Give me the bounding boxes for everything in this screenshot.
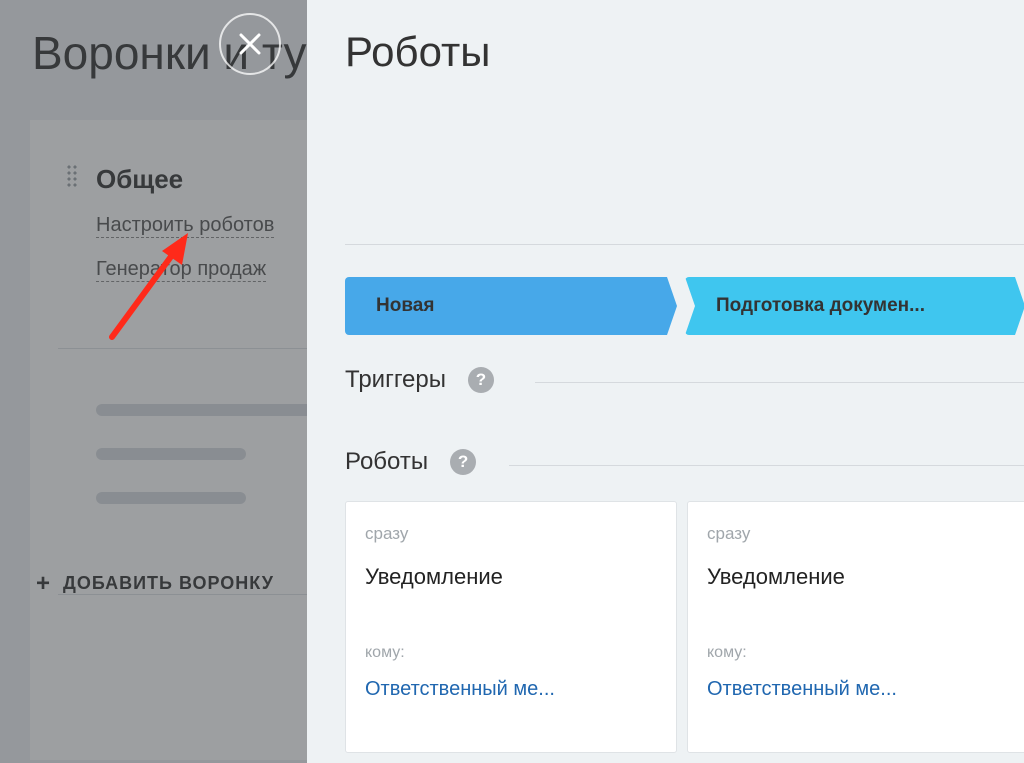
- robot-card[interactable]: сразу Уведомление кому: Ответственный ме…: [687, 501, 1024, 753]
- close-icon: [239, 33, 261, 55]
- divider: [345, 244, 1024, 245]
- robot-name: Уведомление: [365, 564, 503, 589]
- divider: [535, 382, 1024, 383]
- stage-document-preparation[interactable]: Подготовка докумен...: [685, 277, 1024, 335]
- robot-recipient-link[interactable]: Ответственный ме...: [365, 678, 555, 701]
- robots-panel: Роботы Новая Подготовка докумен... Тригг…: [307, 0, 1024, 763]
- panel-title: Роботы: [345, 28, 491, 75]
- close-button[interactable]: [219, 13, 281, 75]
- robot-recipient-link[interactable]: Ответственный ме...: [707, 678, 897, 701]
- robots-header: Роботы ?: [345, 448, 477, 476]
- robot-recipient-label: кому:: [707, 644, 747, 661]
- robot-delay: сразу: [707, 524, 751, 543]
- robot-name: Уведомление: [707, 564, 845, 589]
- robot-card[interactable]: сразу Уведомление кому: Ответственный ме…: [345, 501, 677, 753]
- robot-recipient-label: кому:: [365, 644, 405, 661]
- triggers-label: Триггеры: [345, 366, 446, 393]
- robot-delay: сразу: [365, 524, 409, 543]
- triggers-header: Триггеры ?: [345, 366, 494, 394]
- help-icon[interactable]: ?: [450, 449, 477, 475]
- robots-label: Роботы: [345, 448, 429, 475]
- annotation-arrow-icon: [109, 233, 188, 340]
- divider: [509, 465, 1024, 466]
- stage-new[interactable]: Новая: [345, 277, 677, 335]
- help-icon[interactable]: ?: [468, 367, 494, 393]
